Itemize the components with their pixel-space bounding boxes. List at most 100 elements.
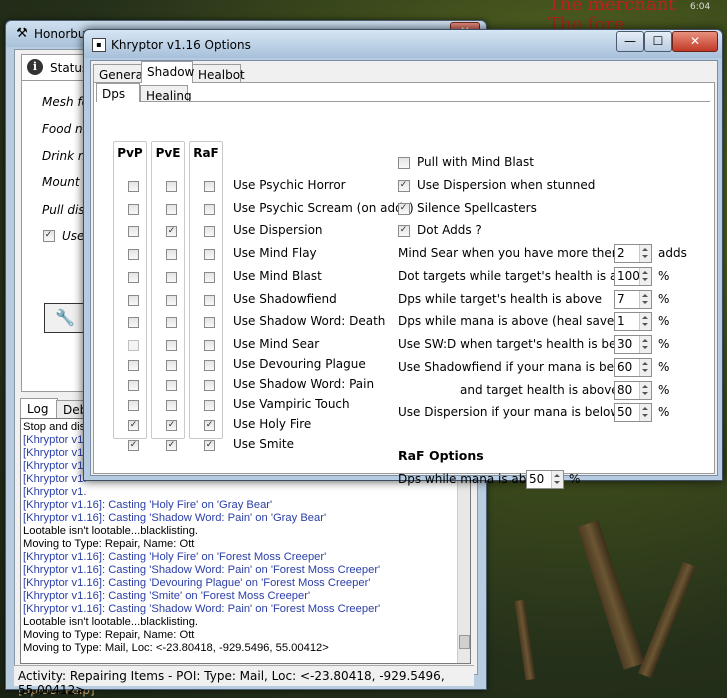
setting-spinner[interactable]: 80 bbox=[614, 381, 652, 400]
tab-general[interactable]: General bbox=[93, 64, 146, 82]
setting-spinner[interactable]: 7 bbox=[614, 290, 652, 309]
pve-checkbox[interactable] bbox=[166, 204, 177, 215]
pve-checkbox[interactable] bbox=[166, 380, 177, 391]
pve-checkbox[interactable] bbox=[166, 317, 177, 328]
tab-shadow[interactable]: Shadow bbox=[141, 61, 194, 83]
spinner-down-icon[interactable] bbox=[642, 392, 648, 395]
pve-checkbox[interactable] bbox=[166, 295, 177, 306]
spinner-arrows[interactable] bbox=[639, 245, 651, 262]
log-line: Moving to Type: Mail, Loc: <-23.80418, -… bbox=[23, 642, 329, 654]
pvp-checkbox[interactable] bbox=[128, 249, 139, 260]
use-mount-checkbox[interactable] bbox=[43, 230, 55, 242]
log-scrollbar-thumb[interactable] bbox=[459, 635, 470, 649]
spinner-arrows[interactable] bbox=[551, 471, 563, 488]
raf-checkbox[interactable] bbox=[204, 181, 215, 192]
raf-checkbox[interactable] bbox=[204, 249, 215, 260]
raf-checkbox[interactable] bbox=[204, 317, 215, 328]
spinner-up-icon[interactable] bbox=[642, 271, 648, 274]
raf-checkbox[interactable] bbox=[204, 400, 215, 411]
pvp-checkbox[interactable] bbox=[128, 226, 139, 237]
setting-spinner[interactable]: 1 bbox=[614, 312, 652, 331]
pvp-checkbox[interactable] bbox=[128, 295, 139, 306]
spinner-down-icon[interactable] bbox=[554, 481, 560, 484]
raf-checkbox[interactable] bbox=[204, 340, 215, 351]
spinner-down-icon[interactable] bbox=[642, 414, 648, 417]
pvp-checkbox[interactable] bbox=[128, 380, 139, 391]
spinner-down-icon[interactable] bbox=[642, 346, 648, 349]
pvp-checkbox[interactable] bbox=[128, 272, 139, 283]
spinner-down-icon[interactable] bbox=[642, 278, 648, 281]
raf-checkbox[interactable] bbox=[204, 272, 215, 283]
spinner-up-icon[interactable] bbox=[642, 362, 648, 365]
pve-checkbox[interactable] bbox=[166, 440, 177, 451]
option-label: Use Dispersion when stunned bbox=[417, 178, 596, 192]
setting-spinner[interactable]: 60 bbox=[614, 358, 652, 377]
raf-checkbox[interactable] bbox=[204, 420, 215, 431]
subtab-dps[interactable]: Dps bbox=[96, 83, 140, 102]
tab-status[interactable]: i Status bbox=[21, 54, 88, 81]
pve-checkbox[interactable] bbox=[166, 340, 177, 351]
spinner-up-icon[interactable] bbox=[642, 407, 648, 410]
spinner-down-icon[interactable] bbox=[642, 255, 648, 258]
raf-checkbox[interactable] bbox=[204, 380, 215, 391]
spinner-up-icon[interactable] bbox=[642, 294, 648, 297]
spinner-down-icon[interactable] bbox=[642, 323, 648, 326]
game-overlay-small: 6:04 bbox=[690, 2, 711, 12]
spinner-arrows[interactable] bbox=[639, 382, 651, 399]
spinner-arrows[interactable] bbox=[639, 268, 651, 285]
spinner-down-icon[interactable] bbox=[642, 369, 648, 372]
pve-checkbox[interactable] bbox=[166, 400, 177, 411]
pvp-checkbox[interactable] bbox=[128, 181, 139, 192]
setting-spinner[interactable]: 50 bbox=[614, 403, 652, 422]
spinner-up-icon[interactable] bbox=[642, 339, 648, 342]
setting-spinner[interactable]: 2 bbox=[614, 244, 652, 263]
minimize-button[interactable]: — bbox=[616, 31, 644, 52]
spinner-arrows[interactable] bbox=[639, 313, 651, 330]
spinner-arrows[interactable] bbox=[639, 291, 651, 308]
pvp-checkbox[interactable] bbox=[128, 400, 139, 411]
spinner-down-icon[interactable] bbox=[642, 301, 648, 304]
pve-checkbox[interactable] bbox=[166, 181, 177, 192]
subtab-healing[interactable]: Healing bbox=[140, 85, 192, 103]
option-checkbox[interactable] bbox=[398, 180, 410, 192]
raf-checkbox[interactable] bbox=[204, 226, 215, 237]
tab-log[interactable]: Log bbox=[20, 398, 58, 419]
pve-checkbox[interactable] bbox=[166, 420, 177, 431]
option-checkbox[interactable] bbox=[398, 225, 410, 237]
pvp-column-header: PvP bbox=[117, 146, 143, 160]
spinner-arrows[interactable] bbox=[639, 359, 651, 376]
raf-checkbox[interactable] bbox=[204, 295, 215, 306]
spinner-arrows[interactable] bbox=[639, 404, 651, 421]
pvp-checkbox[interactable] bbox=[128, 317, 139, 328]
pvp-checkbox[interactable] bbox=[128, 204, 139, 215]
spinner-up-icon[interactable] bbox=[642, 316, 648, 319]
pve-checkbox[interactable] bbox=[166, 249, 177, 260]
setting-unit: adds bbox=[658, 246, 687, 260]
spinner-arrows[interactable] bbox=[639, 336, 651, 353]
raf-checkbox[interactable] bbox=[204, 440, 215, 451]
option-checkbox[interactable] bbox=[398, 157, 410, 169]
setting-spinner[interactable]: 30 bbox=[614, 335, 652, 354]
pvp-checkbox[interactable] bbox=[128, 440, 139, 451]
tab-healbot[interactable]: Healbot bbox=[192, 64, 245, 82]
pve-checkbox[interactable] bbox=[166, 360, 177, 371]
statusbar-text: Activity: Repairing Items - POI: Type: M… bbox=[18, 669, 445, 697]
spell-label: Use Devouring Plague bbox=[233, 357, 366, 371]
pvp-checkbox[interactable] bbox=[128, 340, 139, 351]
spinner-up-icon[interactable] bbox=[642, 248, 648, 251]
khryptor-titlebar[interactable]: ▪ Khryptor v1.16 Options — ☐ ✕ bbox=[84, 30, 722, 58]
raf-dps-mana-spinner[interactable]: 50 bbox=[526, 470, 564, 489]
settings-tool-button[interactable]: 🔧 bbox=[44, 303, 88, 333]
spinner-up-icon[interactable] bbox=[642, 385, 648, 388]
close-button[interactable]: ✕ bbox=[672, 31, 718, 52]
maximize-button[interactable]: ☐ bbox=[644, 31, 672, 52]
pvp-checkbox[interactable] bbox=[128, 360, 139, 371]
option-checkbox[interactable] bbox=[398, 203, 410, 215]
raf-checkbox[interactable] bbox=[204, 360, 215, 371]
raf-checkbox[interactable] bbox=[204, 204, 215, 215]
setting-spinner[interactable]: 100 bbox=[614, 267, 652, 286]
pve-checkbox[interactable] bbox=[166, 272, 177, 283]
pvp-checkbox[interactable] bbox=[128, 420, 139, 431]
pve-checkbox[interactable] bbox=[166, 226, 177, 237]
spinner-up-icon[interactable] bbox=[554, 474, 560, 477]
